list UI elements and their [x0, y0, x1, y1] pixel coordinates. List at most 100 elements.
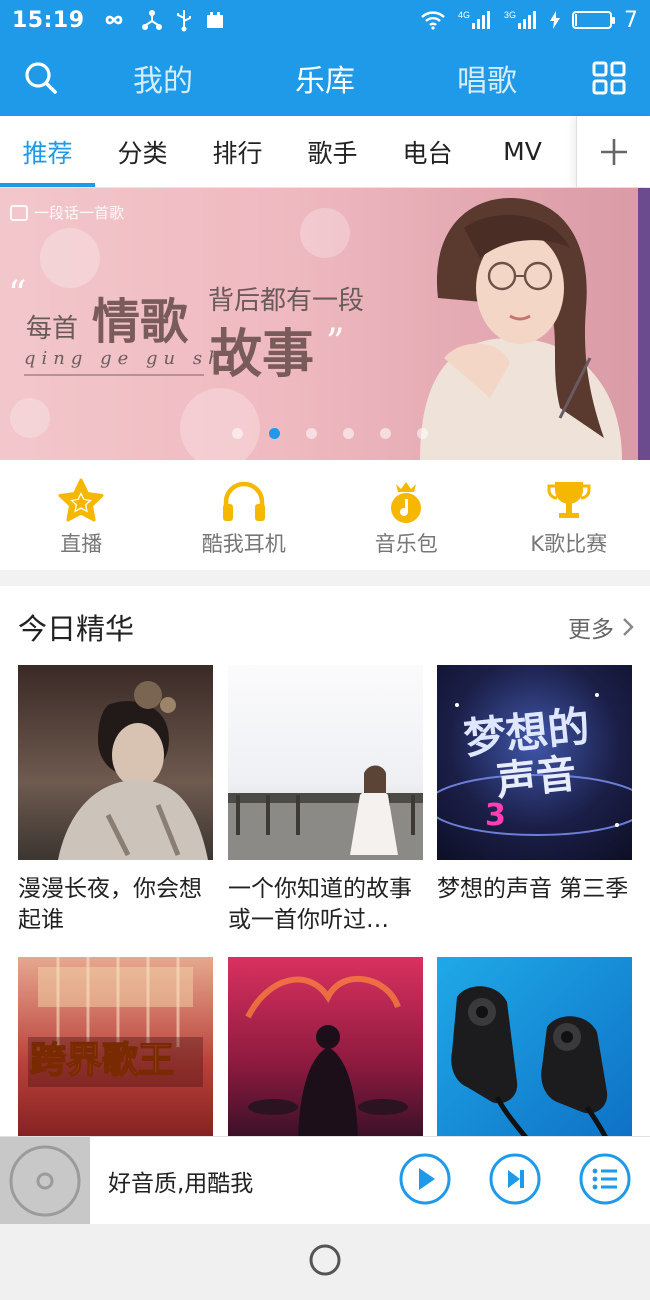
charging-icon — [550, 11, 560, 29]
status-bar: 15:19 4G 3G 7 — [0, 0, 650, 40]
tv-icon — [10, 204, 28, 221]
tab-sing[interactable]: 唱歌 — [457, 56, 517, 100]
quick-headphones[interactable]: 酷我耳机 — [163, 460, 326, 570]
quick-live-label: 直播 — [60, 532, 103, 556]
play-icon — [399, 1153, 451, 1204]
today-highlights-section: 今日精华 更多 漫漫长夜，你会想起谁 一个你知道的故事或一首你听过… 梦想的 声音… — [0, 586, 650, 1152]
svg-text:3: 3 — [485, 798, 506, 833]
playlist-card[interactable]: 梦想的 声音 3 梦想的声音 第三季 — [437, 665, 632, 905]
pager-dot[interactable] — [417, 428, 428, 439]
banner-big-word-1: 情歌 — [92, 294, 189, 350]
home-button[interactable] — [307, 1242, 343, 1282]
add-tab-button[interactable] — [576, 116, 650, 187]
signal-3g-icon: 3G — [504, 9, 538, 31]
trophy-icon — [547, 482, 591, 518]
home-circle-icon — [309, 1244, 341, 1276]
battery-icon — [572, 11, 615, 29]
tab-mv[interactable]: MV — [475, 116, 570, 187]
promo-banner[interactable]: 一段话一首歌 “ 每首 情歌 背后都有一段 qing ge gu shi 故事 … — [0, 188, 650, 460]
battery-percent: 7 — [624, 7, 638, 33]
notification-icon — [205, 10, 225, 30]
grid-icon — [592, 61, 626, 95]
playlist-card[interactable]: 跨界歌王 — [18, 957, 213, 1166]
banner-line-prefix: 每首 — [26, 314, 79, 344]
signal-4g-icon: 4G — [458, 9, 492, 31]
playlist-caption: 漫漫长夜，你会想起谁 — [18, 876, 202, 933]
quick-live[interactable]: 直播 — [0, 460, 163, 570]
banner-tag: 一段话一首歌 — [10, 202, 124, 223]
pager-dot[interactable] — [269, 428, 280, 439]
plus-icon — [600, 138, 627, 165]
quick-k-contest-label: K歌比赛 — [530, 532, 608, 556]
more-button[interactable]: 更多 — [568, 610, 634, 644]
chevron-right-icon — [623, 618, 634, 636]
playlist-card[interactable] — [228, 957, 423, 1166]
headphones-icon — [222, 481, 265, 521]
quick-music-bag[interactable]: 音乐包 — [325, 460, 488, 570]
playlist-card[interactable]: 漫漫长夜，你会想起谁 — [18, 665, 213, 936]
signal-4g-label: 4G — [458, 10, 470, 20]
banner-pager — [0, 428, 650, 439]
infinity-icon — [99, 12, 129, 28]
banner-next-peek — [638, 188, 650, 460]
svg-text:跨界歌王: 跨界歌王 — [30, 1040, 174, 1081]
pager-dot[interactable] — [343, 428, 354, 439]
category-tabs: 推荐 分类 排行 歌手 电台 MV — [0, 116, 650, 188]
pager-dot[interactable] — [232, 428, 243, 439]
music-bag-icon — [391, 482, 422, 523]
system-nav-bar — [0, 1224, 650, 1300]
quick-headphones-label: 酷我耳机 — [201, 532, 286, 556]
playlist-icon — [579, 1153, 631, 1204]
usb-icon — [175, 8, 193, 32]
player-title: 好音质,用酷我 — [108, 1170, 254, 1197]
svg-text:声音: 声音 — [494, 751, 578, 805]
playlist-caption: 一个你知道的故事或一首你听过… — [228, 876, 412, 933]
playlist-cover — [228, 665, 423, 860]
top-app-bar: 我的 乐库 唱歌 — [0, 40, 650, 116]
quick-k-contest[interactable]: K歌比赛 — [488, 460, 650, 570]
playlist-cover: 梦想的 声音 3 — [437, 665, 632, 860]
tab-recommend[interactable]: 推荐 — [0, 116, 95, 187]
more-label: 更多 — [568, 617, 614, 643]
disc-icon — [9, 1145, 81, 1216]
quick-entries: 直播 酷我耳机 音乐包 K歌比赛 — [0, 460, 650, 570]
open-quote: “ — [8, 274, 27, 315]
playlist-cover — [437, 957, 632, 1152]
skip-next-icon — [489, 1153, 541, 1204]
share-icon — [141, 9, 163, 31]
tab-rankings[interactable]: 排行 — [190, 116, 285, 187]
quick-music-bag-label: 音乐包 — [374, 532, 438, 556]
playlist-cover — [228, 957, 423, 1152]
section-title: 今日精华 — [18, 612, 135, 646]
playlist-card[interactable] — [437, 957, 632, 1166]
tab-radio[interactable]: 电台 — [380, 116, 475, 187]
grid-menu-button[interactable] — [568, 40, 650, 116]
banner-portrait — [420, 198, 622, 460]
search-icon — [25, 62, 57, 94]
tab-singers[interactable]: 歌手 — [285, 116, 380, 187]
banner-big-word-2: 故事 — [210, 324, 315, 385]
album-art[interactable] — [0, 1136, 90, 1225]
banner-pinyin: qing ge gu shi — [24, 348, 238, 369]
play-button[interactable] — [398, 1152, 452, 1210]
tab-library[interactable]: 乐库 — [295, 56, 355, 100]
search-button[interactable] — [0, 40, 82, 116]
tab-mine[interactable]: 我的 — [133, 56, 193, 100]
status-time: 15:19 — [12, 7, 85, 33]
pager-dot[interactable] — [306, 428, 317, 439]
wifi-icon — [420, 10, 446, 30]
playlist-card[interactable]: 一个你知道的故事或一首你听过… — [228, 665, 423, 936]
close-quote: ” — [326, 322, 345, 363]
tab-categories[interactable]: 分类 — [95, 116, 190, 187]
signal-3g-label: 3G — [504, 10, 516, 20]
mini-player[interactable]: 好音质,用酷我 — [0, 1136, 650, 1225]
playlist-cover: 跨界歌王 — [18, 957, 213, 1152]
pager-dot[interactable] — [380, 428, 391, 439]
banner-rule — [24, 374, 204, 376]
playlist-cover — [18, 665, 213, 860]
next-button[interactable] — [488, 1152, 542, 1210]
banner-tag-text: 一段话一首歌 — [34, 204, 125, 222]
playlist-caption: 梦想的声音 第三季 — [437, 876, 629, 902]
star-icon — [58, 478, 104, 522]
playlist-button[interactable] — [578, 1152, 632, 1210]
